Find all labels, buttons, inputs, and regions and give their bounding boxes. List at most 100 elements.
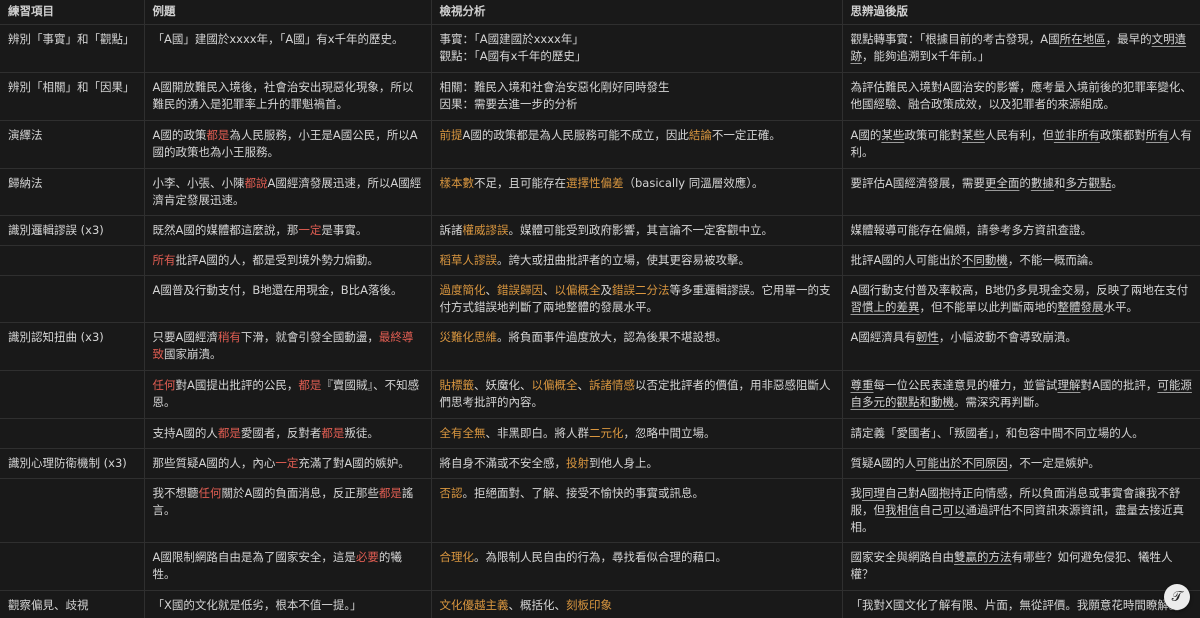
table-row: 演繹法 A國的政策都是為人民服務，小王是A國公民，所以A國的政策也為小王服務。 … [0, 120, 1200, 169]
cell-analysis[interactable]: 事實：「A國建國於xxxx年」 觀點：「A國有x千年的歷史」 [430, 24, 843, 73]
cell-text: 。拒絕面對、了解、接受不愉快的事實或訊息。 [462, 486, 705, 500]
cell-example[interactable]: 「A國」建國於xxxx年，「A國」有x千年的歷史。 [143, 24, 432, 73]
cell-text: 、 [485, 283, 498, 297]
cell-example[interactable]: 所有批評A國的人，都是受到境外勢力煽動。 [143, 245, 432, 276]
cell-analysis[interactable]: 全有全無、非黑即白。將人群二元化，忽略中間立場。 [430, 418, 843, 449]
cell-revised[interactable]: 質疑A國的人可能出於不同原因，不一定是嫉妒。 [841, 448, 1200, 479]
cell-text: 及 [600, 283, 613, 297]
cell-analysis[interactable]: 貼標籤、妖魔化、以偏概全、訴諸情感以否定批評者的價值，用非惡感阻斷人們思考批評的… [430, 370, 843, 419]
cell-text: 、妖魔化、 [474, 378, 532, 392]
cell-example[interactable]: 任何對A國提出批評的公民，都是『賣國賊』、不知感恩。 [143, 370, 432, 419]
cell-text: 我 [850, 486, 863, 500]
cell-text: 叛徒。 [344, 426, 379, 440]
cell-text: 對A國的批評， [1080, 378, 1158, 392]
highlight-red: 都是 [321, 426, 345, 440]
cell-analysis[interactable]: 合理化。為限制人民自由的行為，尋找看似合理的藉口。 [430, 542, 843, 591]
cell-analysis[interactable]: 樣本數不足，且可能存在選擇性偏差（basically 同溫層效應）。 [430, 168, 843, 216]
cell-analysis[interactable]: 稻草人謬誤。誇大或扭曲批評者的立場，使其更容易被攻擊。 [430, 245, 843, 276]
cell-text: 政策可能對 [904, 128, 962, 142]
cell-example[interactable]: 小李、小張、小陳都說A國經濟發展迅速，所以A國經濟肯定發展迅速。 [143, 168, 432, 216]
cell-text: 充滿了對A國的嫉妒。 [298, 456, 410, 470]
cell-example[interactable]: A國限制網路自由是為了國家安全，這是必要的犧牲。 [143, 542, 432, 591]
cell-text: 。需深究再判斷。 [954, 395, 1046, 409]
cell-text: 。誇大或扭曲批評者的立場，使其更容易被攻擊。 [497, 253, 750, 267]
cell-analysis[interactable]: 相關：難民入境和社會治安惡化剛好同時發生 因果：需要去進一步的分析 [430, 72, 843, 121]
cell-revised[interactable]: 要評估A國經濟發展，需要更全面的數據和多方觀點。 [841, 168, 1200, 216]
cell-item[interactable]: 辨別「事實」和「觀點」 [0, 24, 145, 73]
highlight-red: 任何 [152, 378, 176, 392]
cell-revised[interactable]: 我同理自己對A國抱持正向情感，所以負面消息或事實會讓我不舒服，但我相信自己可以通… [841, 478, 1200, 543]
cell-item[interactable]: 觀察偏見、歧視 [0, 590, 145, 618]
cell-item[interactable] [0, 542, 145, 591]
cell-example[interactable]: A國開放難民入境後，社會治安出現惡化現象，所以難民的湧入是犯罪率上升的罪魁禍首。 [143, 72, 432, 121]
cell-example[interactable]: 我不想聽任何關於A國的負面消息，反正那些都是謠言。 [143, 478, 432, 543]
cell-example[interactable]: A國普及行動支付，B地還在用現金，B比A落後。 [143, 275, 432, 323]
cell-revised[interactable]: 媒體報導可能存在偏頗，請參考多方資訊查證。 [841, 215, 1200, 246]
cell-text: 識別認知扭曲 (x3) [8, 330, 104, 344]
cell-text: A國的 [850, 128, 882, 142]
cell-item[interactable] [0, 370, 145, 419]
cell-revised[interactable]: 觀點轉事實：「根據目前的考古發現，A國所在地區，最早的文明遺跡，能夠追溯到x千年… [841, 24, 1200, 73]
cell-item[interactable]: 識別心理防衛機制 (x3) [0, 448, 145, 479]
cell-analysis[interactable]: 訴諸權威謬誤。媒體可能受到政府影響，其言論不一定客觀中立。 [430, 215, 843, 246]
highlight-red: 所有 [152, 253, 176, 267]
cell-analysis[interactable]: 文化優越主義、概括化、刻板印象 [430, 590, 843, 618]
cell-revised[interactable]: 為評估難民入境對A國治安的影響，應考量入境前後的犯罪率變化、他國經驗、融合政策成… [841, 72, 1200, 121]
cell-revised[interactable]: 尊重每一位公民表達意見的權力，並嘗試理解對A國的批評，可能源自多元的觀點和動機。… [841, 370, 1200, 419]
cell-text: A國的政策 [152, 128, 207, 142]
cell-revised[interactable]: A國行動支付普及率較高，B地仍多見現金交易，反映了兩地在支付習慣上的差異，但不能… [841, 275, 1200, 323]
column-header-item[interactable]: 練習項目 [0, 0, 145, 25]
highlight-ul: 理解 [1057, 378, 1081, 392]
cell-item[interactable]: 演繹法 [0, 120, 145, 169]
cell-revised[interactable]: A國的某些政策可能對某些人民有利，但並非所有政策都對所有人有利。 [841, 120, 1200, 169]
cell-item[interactable]: 歸納法 [0, 168, 145, 216]
cell-analysis[interactable]: 將自身不滿或不安全感，投射到他人身上。 [430, 448, 843, 479]
highlight-ul: 同理 [862, 486, 885, 500]
cell-analysis[interactable]: 否認。拒絕面對、了解、接受不愉快的事實或訊息。 [430, 478, 843, 543]
column-header-revised[interactable]: 思辨過後版 [841, 0, 1200, 25]
highlight-orange: 選擇性偏差 [566, 176, 624, 190]
cell-revised[interactable]: 請定義「愛國者」、「叛國者」，和包容中間不同立場的人。 [841, 418, 1200, 449]
cell-text: 「A國」建國於xxxx年，「A國」有x千年的歷史。 [152, 32, 404, 46]
cell-text: 事實：「A國建國於xxxx年」 [439, 32, 584, 46]
cell-text: 支持A國的人 [152, 426, 218, 440]
cell-item[interactable] [0, 245, 145, 276]
cell-example[interactable]: 只要A國經濟稍有下滑，就會引發全國動盪，最終導致國家崩潰。 [143, 322, 432, 371]
table-row: 辨別「事實」和「觀點」 「A國」建國於xxxx年，「A國」有x千年的歷史。 事實… [0, 24, 1200, 73]
highlight-ul: 習慣上的差異 [850, 300, 920, 314]
cell-revised[interactable]: 批評A國的人可能出於不同動機，不能一概而論。 [841, 245, 1200, 276]
assistant-button-icon[interactable]: 𝒯 [1164, 584, 1190, 610]
cell-text: A國行動支付普及率較高，B地仍多見現金交易，反映了兩地在支付 [850, 283, 1189, 297]
cell-item[interactable]: 辨別「相關」和「因果」 [0, 72, 145, 121]
cell-example[interactable]: 支持A國的人都是愛國者，反對者都是叛徒。 [143, 418, 432, 449]
highlight-ul: 可以 [942, 503, 966, 517]
highlight-ul: 並非所有 [1053, 128, 1100, 142]
cell-text: ，最早的 [1105, 32, 1152, 46]
highlight-orange: 訴諸情感 [589, 378, 635, 392]
column-header-example[interactable]: 例題 [143, 0, 432, 25]
highlight-red: 都是 [206, 128, 230, 142]
highlight-orange: 錯誤二分法 [612, 283, 670, 297]
cell-analysis[interactable]: 前提A國的政策都是為人民服務可能不成立，因此結論不一定正確。 [430, 120, 843, 169]
cell-item[interactable] [0, 418, 145, 449]
cell-text: ，不一定是嫉妒。 [1007, 456, 1100, 470]
cell-analysis[interactable]: 災難化思維。將負面事件過度放大，認為後果不堪設想。 [430, 322, 843, 371]
cell-revised[interactable]: 「我對X國文化了解有限、片面，無從評價。我願意花時間瞭解。」 [841, 590, 1200, 618]
highlight-red: 都是 [378, 486, 402, 500]
cell-example[interactable]: 「X國的文化就是低劣，根本不值一提。」 [143, 590, 432, 618]
highlight-orange: 以偏概全 [531, 378, 578, 392]
cell-example[interactable]: 既然A國的媒體都這麼說，那一定是事實。 [143, 215, 432, 246]
cell-revised[interactable]: A國經濟具有韌性，小幅波動不會導致崩潰。 [841, 322, 1200, 371]
cell-example[interactable]: 那些質疑A國的人，內心一定充滿了對A國的嫉妒。 [143, 448, 432, 479]
cell-item[interactable]: 識別認知扭曲 (x3) [0, 322, 145, 371]
cell-item[interactable]: 識別邏輯謬誤 (x3) [0, 215, 145, 246]
cell-example[interactable]: A國的政策都是為人民服務，小王是A國公民，所以A國的政策也為小王服務。 [143, 120, 432, 169]
highlight-orange: 文化優越主義 [439, 598, 509, 612]
cell-analysis[interactable]: 過度簡化、錯誤歸因、以偏概全及錯誤二分法等多重邏輯謬誤。它用單一的支付方式錯誤地… [430, 275, 843, 323]
cell-item[interactable] [0, 275, 145, 323]
column-header-analysis[interactable]: 檢視分析 [430, 0, 843, 25]
cell-item[interactable] [0, 478, 145, 543]
cell-text: 和 [1053, 176, 1066, 190]
cell-revised[interactable]: 國家安全與網路自由雙贏的方法有哪些？如何避免侵犯、犧牲人權？ [841, 542, 1200, 591]
cell-text: 辨別「相關」和「因果」 [8, 80, 135, 94]
